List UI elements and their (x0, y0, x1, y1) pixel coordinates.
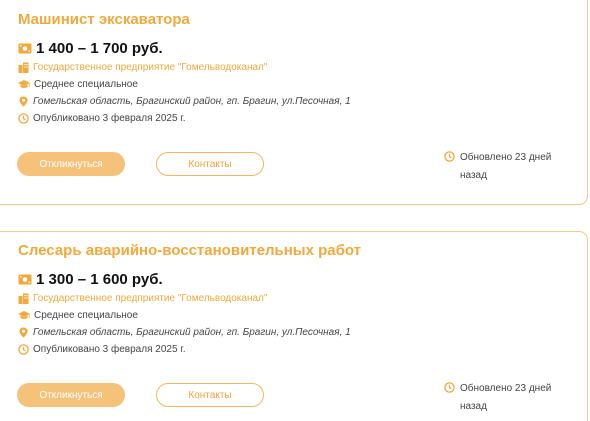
vacancy-title[interactable]: Слесарь аварийно-восстановительных работ (18, 242, 361, 259)
address-text: Гомельская область, Брагинский район, гп… (33, 95, 351, 107)
salary-row: 1 400 – 1 700 руб. (18, 39, 163, 57)
updated-text-ago: назад (460, 170, 487, 181)
building-icon (18, 62, 29, 73)
salary-row: 1 300 – 1 600 руб. (18, 270, 163, 288)
vacancy-card: Слесарь аварийно-восстановительных работ… (0, 231, 590, 421)
updated-text: Обновлено 23 дней (460, 383, 552, 394)
company-link[interactable]: Государственное предприятие "Гомельводок… (33, 62, 267, 73)
company-link[interactable]: Государственное предприятие "Гомельводок… (33, 293, 267, 304)
education-row: Среднее специальное (18, 308, 138, 322)
clock-icon (18, 343, 29, 355)
contacts-button[interactable]: Контакты (156, 152, 264, 176)
salary: 1 300 – 1 600 руб. (36, 270, 163, 288)
updated-info: Обновлено 23 дней назад (444, 149, 574, 185)
education-text: Среднее специальное (34, 78, 138, 90)
published-row: Опубликовано 3 февраля 2025 г. (18, 111, 186, 125)
apply-button[interactable]: Откликнуться (17, 152, 125, 176)
company-row: Государственное предприятие "Гомельводок… (18, 291, 267, 305)
education-row: Среднее специальное (18, 77, 138, 91)
published-row: Опубликовано 3 февраля 2025 г. (18, 342, 186, 356)
company-row: Государственное предприятие "Гомельводок… (18, 60, 267, 74)
published-date: Опубликовано 3 февраля 2025 г. (33, 343, 186, 355)
address-row: Гомельская область, Брагинский район, гп… (18, 325, 351, 339)
address-text: Гомельская область, Брагинский район, гп… (33, 326, 351, 338)
contacts-button[interactable]: Контакты (156, 383, 264, 407)
clock-icon (444, 382, 455, 393)
address-row: Гомельская область, Брагинский район, гп… (18, 94, 351, 108)
updated-info: Обновлено 23 дней назад (444, 380, 574, 416)
published-date: Опубликовано 3 февраля 2025 г. (33, 112, 186, 124)
clock-icon (444, 151, 455, 162)
graduation-cap-icon (18, 310, 30, 319)
location-pin-icon (19, 327, 28, 338)
updated-text: Обновлено 23 дней (460, 152, 552, 163)
clock-icon (18, 112, 29, 124)
salary: 1 400 – 1 700 руб. (36, 39, 163, 57)
location-pin-icon (19, 96, 28, 107)
vacancy-card: Машинист экскаватора 1 400 – 1 700 руб. … (0, 0, 590, 206)
education-text: Среднее специальное (34, 309, 138, 321)
money-icon (18, 43, 32, 53)
building-icon (18, 293, 29, 304)
vacancy-title[interactable]: Машинист экскаватора (18, 11, 190, 28)
apply-button[interactable]: Откликнуться (17, 383, 125, 407)
updated-text-ago: назад (460, 401, 487, 412)
graduation-cap-icon (18, 79, 30, 88)
money-icon (18, 274, 32, 284)
